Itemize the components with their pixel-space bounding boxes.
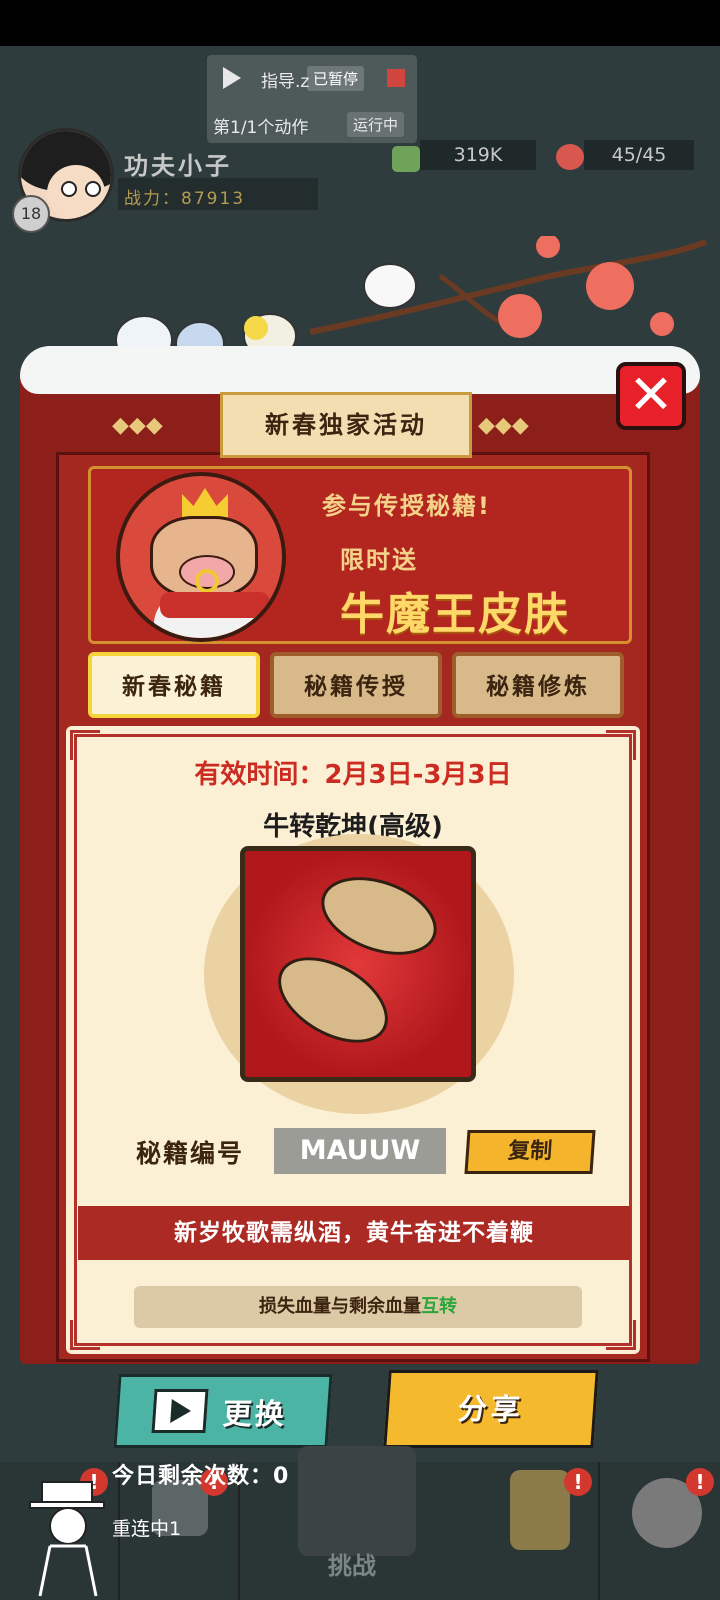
description-text: 损失血量与剩余血量 [259, 1296, 421, 1317]
avatar-eye-left [61, 181, 77, 197]
share-button[interactable]: 分享 [383, 1370, 599, 1448]
tab-manual-train[interactable]: 秘籍修炼 [452, 652, 624, 718]
valid-time: 有效时间：2月3日-3月3日 [194, 760, 512, 790]
alert-badge: ! [564, 1468, 592, 1496]
alert-badge: ! [686, 1468, 714, 1496]
player-name: 功夫小子 [124, 152, 232, 180]
title-deco-right: ◆◆◆ [478, 413, 529, 438]
change-label: 更换 [221, 1397, 288, 1431]
challenge-label[interactable]: 挑战 [328, 1546, 376, 1581]
description-highlight: 互转 [421, 1296, 457, 1317]
snow-decoration [20, 346, 700, 394]
close-icon: ✕ [628, 363, 674, 426]
macro-title: 指导.z [261, 72, 310, 92]
bull-head [150, 516, 258, 598]
macro-action-count: 第1/1个动作 [213, 118, 309, 138]
bull-scarf [160, 592, 270, 618]
coins-counter[interactable]: 319K [420, 140, 536, 170]
title-deco-left: ◆◆◆ [112, 413, 163, 438]
play-icon[interactable] [223, 67, 241, 89]
macro-paused-badge: 已暂停 [307, 66, 365, 91]
banner-skin-name: 牛魔王皮肤 [340, 589, 570, 640]
clapperboard-icon[interactable] [298, 1446, 416, 1556]
code-label: 秘籍编号 [136, 1139, 245, 1168]
telescope-icon [510, 1470, 570, 1550]
poem-line: 新岁牧歌需纵酒，黄牛奋进不着鞭 [78, 1206, 630, 1260]
change-button[interactable]: 更换 [113, 1374, 333, 1448]
banner-subline: 限时送 [340, 546, 418, 574]
skill-image [240, 846, 476, 1082]
macro-running-badge: 运行中 [347, 112, 405, 137]
banner-headline: 参与传授秘籍! [322, 492, 491, 520]
tab-spring-manual[interactable]: 新春秘籍 [88, 652, 260, 718]
avatar-eye-right [85, 181, 101, 197]
bull-king-portrait [116, 472, 286, 642]
stick-figure-icon [29, 1481, 105, 1597]
lollipop-icon [556, 144, 584, 170]
macro-overlay: 指导.z 已暂停 第1/1个动作 运行中 [207, 55, 417, 143]
status-bar [0, 0, 720, 46]
tab-manual-teach[interactable]: 秘籍传授 [270, 652, 442, 718]
close-button[interactable]: ✕ [616, 362, 686, 430]
player-level-badge: 18 [12, 195, 50, 233]
copy-button[interactable]: 复制 [464, 1130, 596, 1174]
corner-ornament [606, 1320, 636, 1350]
corner-ornament [70, 1320, 100, 1350]
nose-ring [195, 569, 219, 593]
skill-description: 损失血量与剩余血量互转 [134, 1286, 582, 1328]
bull-horn-icon [263, 939, 403, 1061]
cash-icon [392, 146, 420, 172]
reconnect-status: 重连中1 [112, 1518, 182, 1540]
bull-horn-icon [310, 862, 448, 970]
manual-code: MAUUW [274, 1128, 446, 1174]
popup-title: 新春独家活动 [220, 392, 472, 458]
play-icon [170, 1399, 192, 1423]
stop-icon[interactable] [387, 69, 405, 87]
crown-icon [182, 488, 228, 518]
remaining-count: 今日剩余次数：0 [112, 1464, 290, 1489]
player-power: 战力：87913 [124, 189, 246, 209]
energy-counter[interactable]: 45/45 [584, 140, 694, 170]
